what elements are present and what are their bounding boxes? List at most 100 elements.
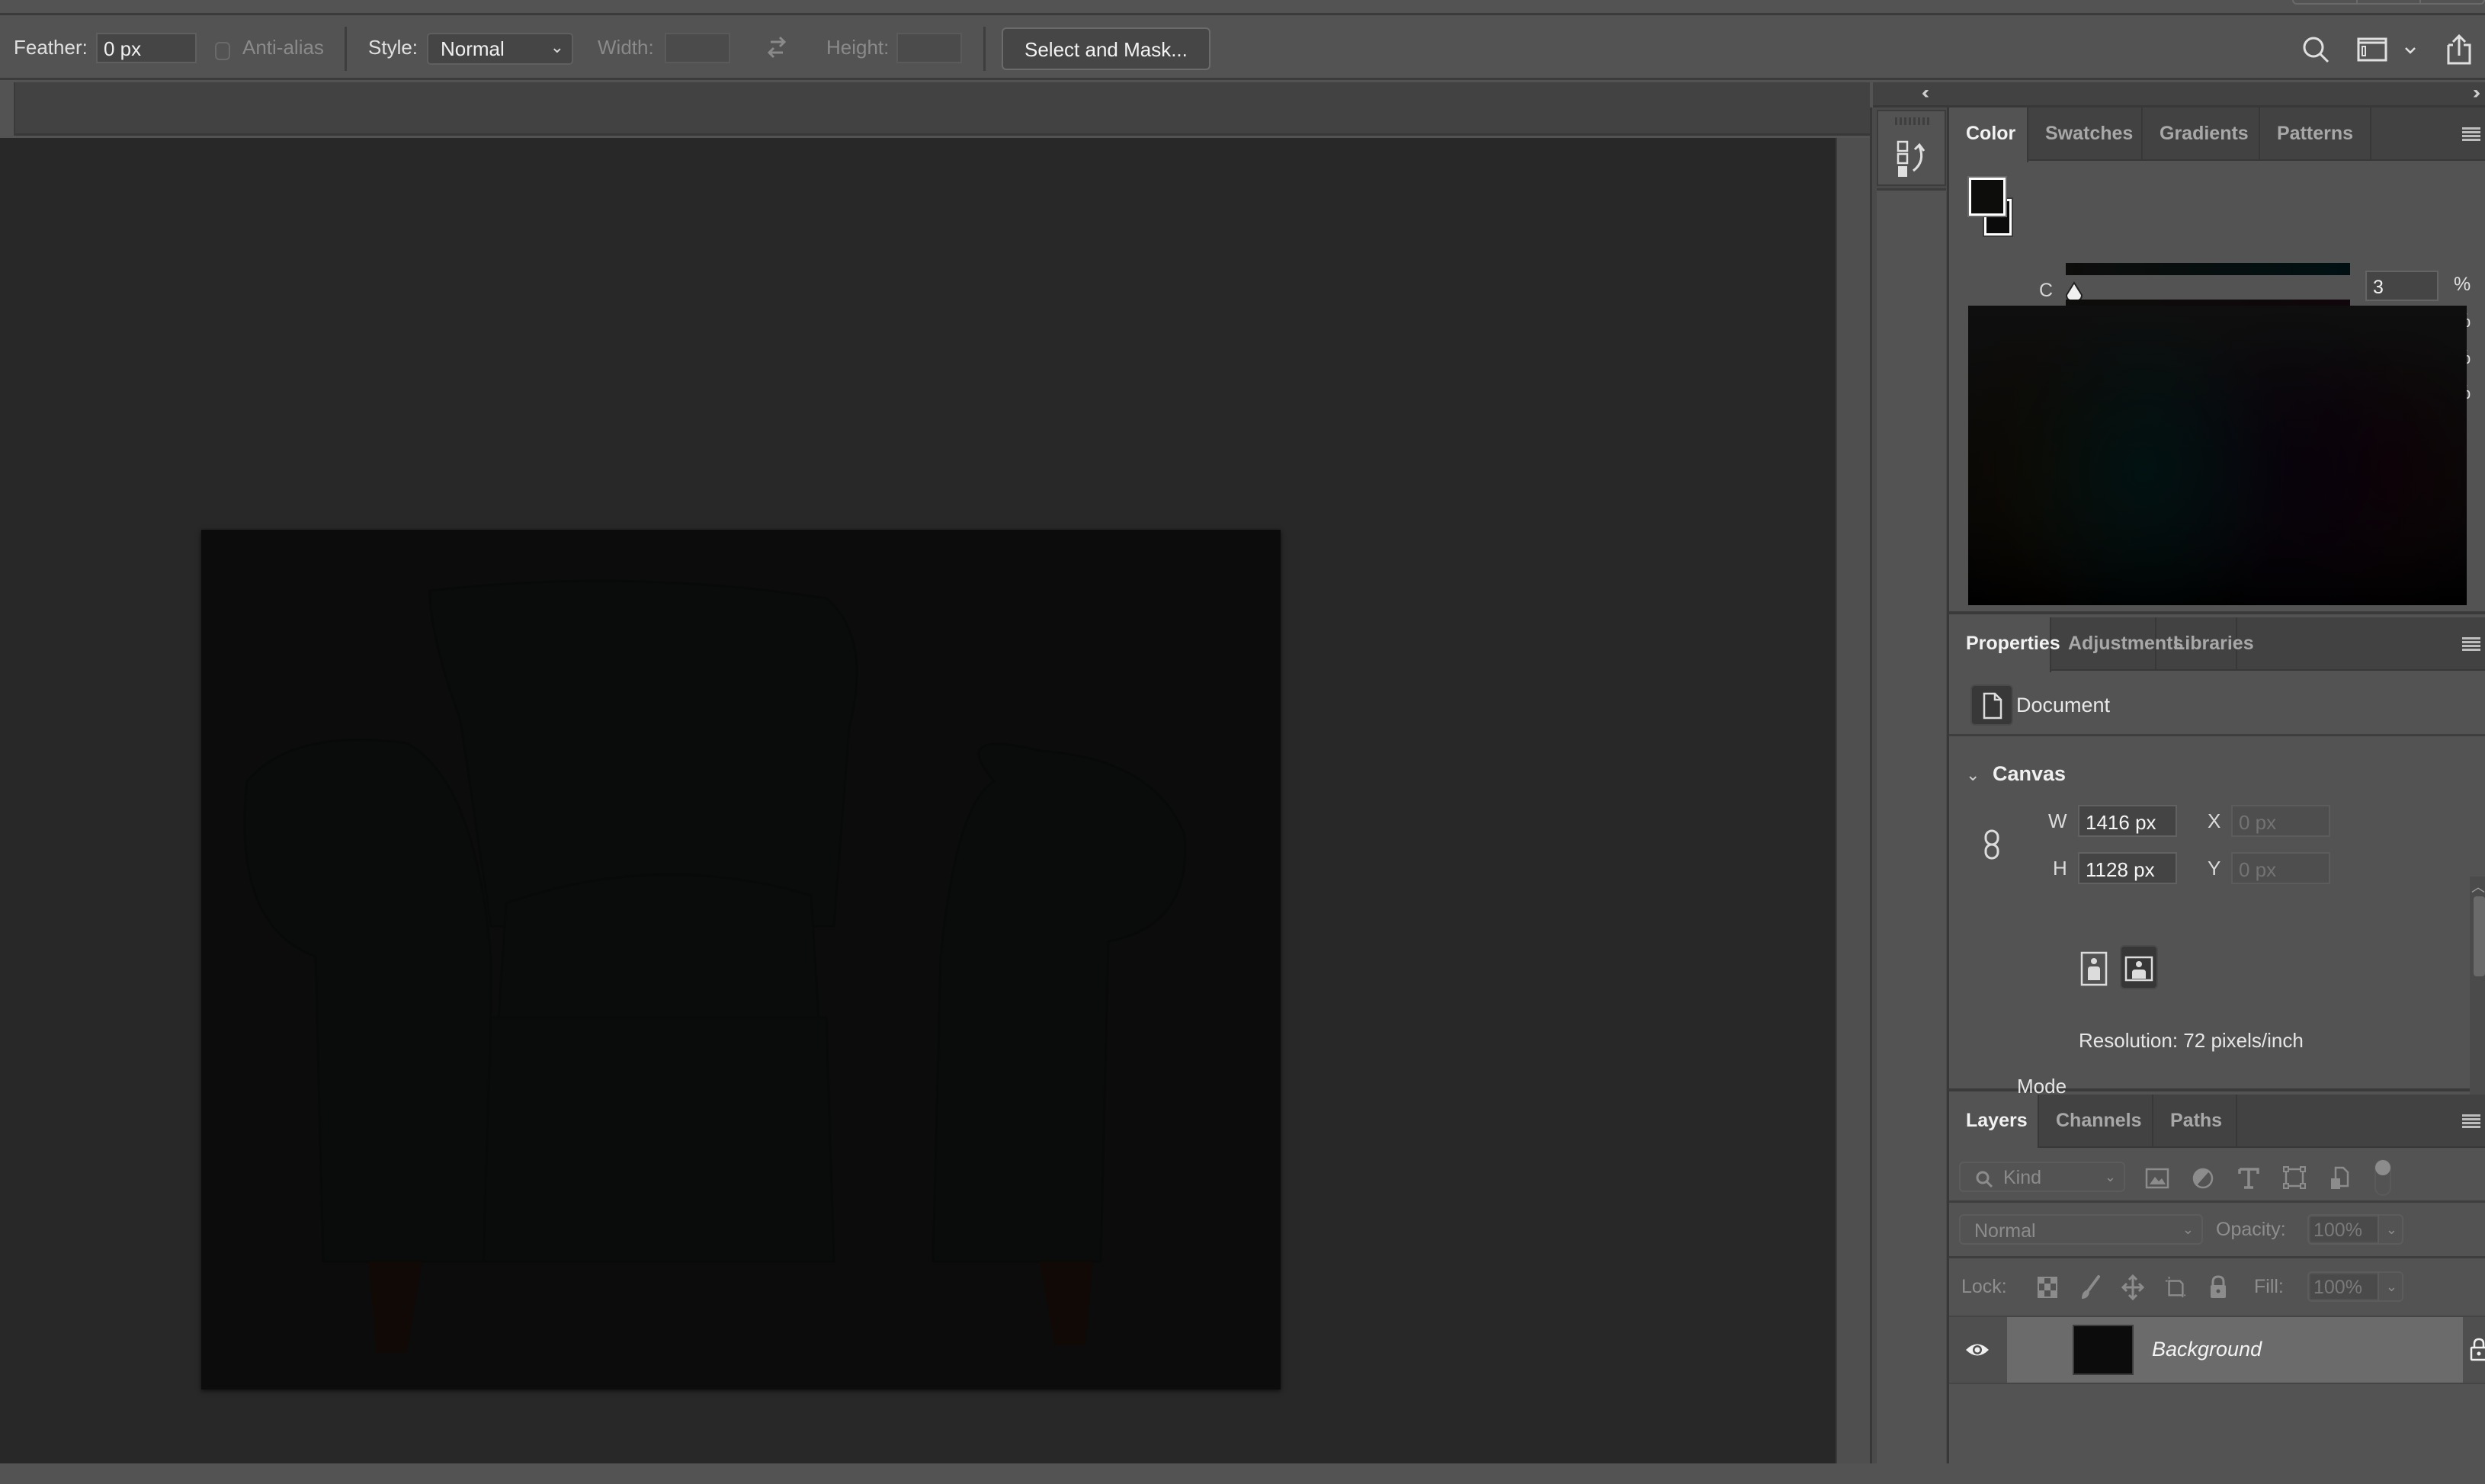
lock-all-icon[interactable] xyxy=(2207,1274,2230,1300)
canvas-section: ⌄ Canvas W 1416 px X 0 px H 1128 px Y 0 … xyxy=(1949,739,2485,1159)
scrollbar-thumb[interactable] xyxy=(2474,896,2485,976)
history-panel-button[interactable] xyxy=(1877,110,1946,186)
canvas-y-input[interactable]: 0 px xyxy=(2231,852,2330,884)
lock-artboard-icon[interactable] xyxy=(2164,1274,2187,1300)
tab-swatches[interactable]: Swatches xyxy=(2028,107,2143,161)
layer-selected-highlight[interactable]: Background xyxy=(2007,1317,2485,1383)
document-tab[interactable] xyxy=(0,82,15,136)
chevron-down-icon[interactable]: ⌄ xyxy=(2386,1222,2397,1238)
fill-input[interactable]: 100% ⌄ xyxy=(2307,1271,2403,1302)
tab-properties[interactable]: Properties xyxy=(1949,617,2060,672)
layer-thumbnail xyxy=(2073,1325,2134,1375)
chevron-down-icon: ⌄ xyxy=(2104,1169,2116,1184)
adjustment-layer-filter-icon[interactable] xyxy=(2191,1165,2215,1191)
opacity-label: Opacity: xyxy=(2216,1219,2286,1240)
panel-menu-icon[interactable] xyxy=(2462,1114,2480,1130)
style-label: Style: xyxy=(368,36,418,59)
antialias-checkbox[interactable] xyxy=(215,42,230,60)
layer-row[interactable]: Background xyxy=(1949,1316,2485,1384)
opacity-value[interactable]: 100% xyxy=(2310,1217,2378,1242)
layers-body: Kind ⌄ Normal ⌄ Opacity: 100% ⌄ Lock: Fi… xyxy=(1949,1148,2485,1463)
select-and-mask-button[interactable]: Select and Mask... xyxy=(1002,27,1210,70)
canvas-width-input[interactable]: 1416 px xyxy=(2078,805,2177,837)
foreground-color-swatch[interactable] xyxy=(1967,176,2007,217)
canvas-section-title[interactable]: Canvas xyxy=(1993,762,2066,786)
tab-paths[interactable]: Paths xyxy=(2153,1095,2237,1148)
style-select[interactable]: Normal ⌄ xyxy=(427,33,573,65)
document-label: Document xyxy=(2016,694,2111,716)
type-layer-filter-icon[interactable] xyxy=(2236,1165,2261,1191)
lock-label: Lock: xyxy=(1961,1276,2007,1297)
tab-color[interactable]: Color xyxy=(1949,107,2028,162)
canvas-area[interactable] xyxy=(0,138,1836,1463)
height-label: H xyxy=(2053,857,2067,880)
fill-value[interactable]: 100% xyxy=(2310,1274,2378,1299)
swap-arrows-icon[interactable] xyxy=(760,31,794,65)
expand-right-icon[interactable]: ›› xyxy=(2473,82,2480,104)
document-row: Document xyxy=(1949,672,2485,736)
panel-menu-icon[interactable] xyxy=(2462,127,2480,143)
shape-layer-filter-icon[interactable] xyxy=(2282,1165,2307,1191)
antialias-label: Anti-alias xyxy=(242,36,324,59)
filter-kind-select[interactable]: Kind ⌄ xyxy=(1959,1162,2125,1192)
blend-mode-value: Normal xyxy=(1974,1220,2036,1242)
chevron-down-icon: ⌄ xyxy=(550,37,564,56)
tab-libraries[interactable]: Libraries xyxy=(2156,617,2254,671)
fill-label: Fill: xyxy=(2254,1276,2284,1297)
window-controls[interactable] xyxy=(2292,0,2485,5)
portrait-orientation-icon[interactable] xyxy=(2079,951,2109,986)
cyan-slider-track[interactable] xyxy=(2066,263,2350,275)
landscape-orientation-icon xyxy=(2124,956,2153,982)
canvas-height-input[interactable]: 1128 px xyxy=(2078,852,2177,884)
cyan-value-input[interactable]: 3 xyxy=(2365,271,2439,301)
filter-toggle[interactable] xyxy=(2374,1159,2392,1197)
height-label: Height: xyxy=(826,36,890,59)
tab-channels[interactable]: Channels xyxy=(2039,1095,2153,1148)
canvas-vertical-scrollbar[interactable] xyxy=(1836,138,1870,1463)
tab-patterns[interactable]: Patterns xyxy=(2260,107,2371,161)
link-icon[interactable] xyxy=(1983,829,2001,860)
feather-input[interactable]: 0 px xyxy=(96,33,197,63)
width-input[interactable] xyxy=(665,33,730,63)
lock-icon[interactable] xyxy=(2469,1337,2485,1361)
drag-grip[interactable] xyxy=(1895,117,1932,125)
lock-image-pixels-icon[interactable] xyxy=(2079,1274,2102,1300)
smart-object-filter-icon[interactable] xyxy=(2328,1165,2352,1191)
landscape-orientation-button[interactable] xyxy=(2120,945,2158,989)
color-spectrum-field[interactable] xyxy=(1968,306,2467,605)
tab-layers[interactable]: Layers xyxy=(1949,1095,2039,1149)
tab-adjustments[interactable]: Adjustments xyxy=(2051,617,2183,671)
panel-collapse-bar: ‹‹ ›› xyxy=(1873,82,2485,107)
scroll-up-icon[interactable]: ︿ xyxy=(2471,877,2485,896)
layer-name[interactable]: Background xyxy=(2152,1338,2262,1361)
chevron-down-icon[interactable]: ⌄ xyxy=(2386,1279,2397,1295)
blend-mode-select[interactable]: Normal ⌄ xyxy=(1959,1214,2203,1245)
style-select-value: Normal xyxy=(441,37,505,60)
history-icon xyxy=(1897,140,1925,177)
lock-position-icon[interactable] xyxy=(2121,1274,2144,1300)
document-tab-bar xyxy=(0,82,1870,136)
divider xyxy=(983,27,986,71)
eye-icon[interactable] xyxy=(1964,1340,1990,1360)
pixel-layer-filter-icon[interactable] xyxy=(2145,1165,2169,1191)
workspace-icon[interactable] xyxy=(2355,33,2389,66)
panel-strip-empty xyxy=(1877,188,1946,1484)
chevron-down-icon[interactable]: ⌄ xyxy=(1966,765,1980,785)
document-canvas[interactable] xyxy=(201,530,1281,1389)
blend-row: Normal ⌄ Opacity: 100% ⌄ xyxy=(1949,1205,2485,1258)
panel-menu-icon[interactable] xyxy=(2462,637,2480,652)
armchair-image xyxy=(201,530,1281,1389)
opacity-input[interactable]: 100% ⌄ xyxy=(2307,1214,2403,1245)
search-icon[interactable] xyxy=(2299,33,2333,66)
layers-panel: Layers Channels Paths Kind ⌄ Normal ⌄ Op… xyxy=(1949,1095,2485,1463)
chevron-down-icon[interactable] xyxy=(2401,33,2419,66)
percent-unit: % xyxy=(2454,274,2471,295)
tab-gradients[interactable]: Gradients xyxy=(2143,107,2260,161)
canvas-x-input[interactable]: 0 px xyxy=(2231,805,2330,837)
lock-transparent-pixels-icon[interactable] xyxy=(2036,1274,2059,1300)
share-icon[interactable] xyxy=(2442,33,2476,66)
height-input[interactable] xyxy=(896,33,962,63)
collapse-left-icon[interactable]: ‹‹ xyxy=(1922,82,1929,104)
properties-panel: Properties Adjustments Libraries Documen… xyxy=(1949,617,2485,1159)
lock-row: Lock: Fill: 100% ⌄ xyxy=(1949,1261,2485,1314)
